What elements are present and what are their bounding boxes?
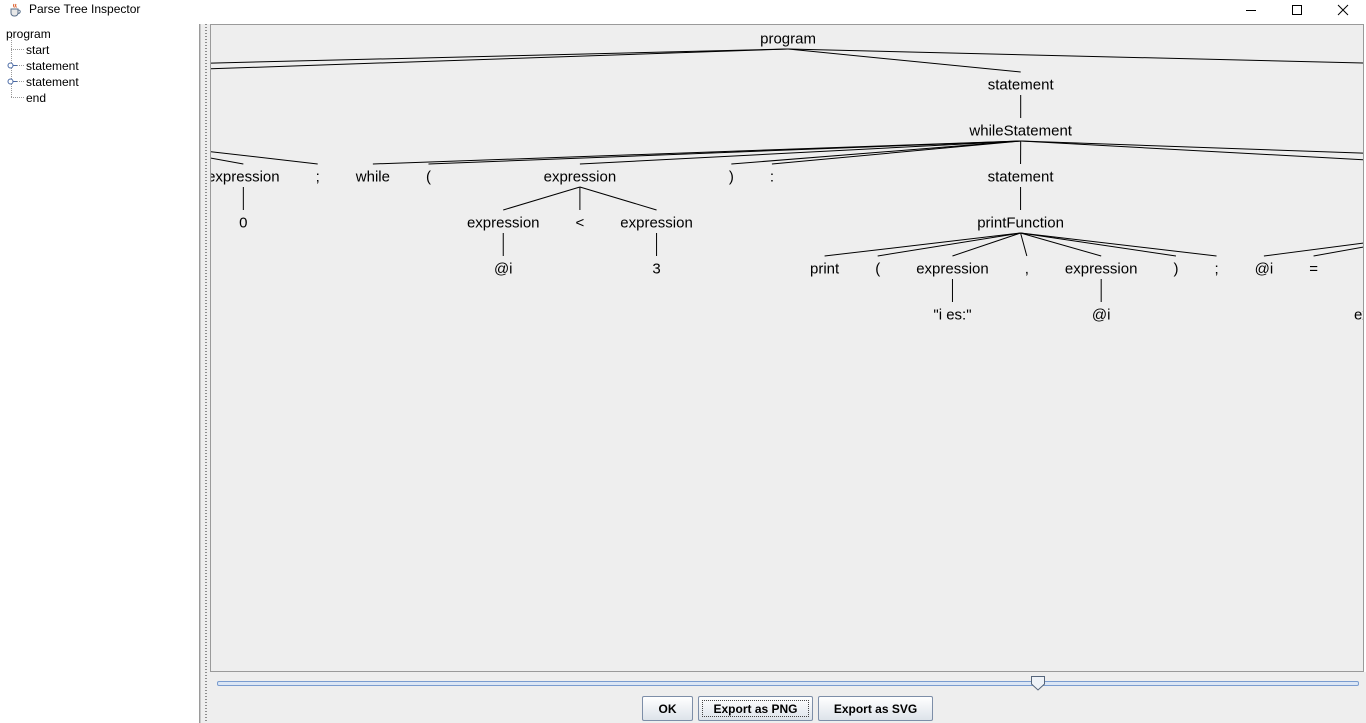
close-icon [1337,4,1349,16]
tree-node-label: program [760,31,816,48]
tree-node-label: , [1025,261,1029,278]
tree-edge [1263,242,1363,257]
ok-button[interactable]: OK [642,696,693,721]
outline-tree[interactable]: program start statement statement end [0,24,200,723]
split-pane-divider[interactable] [200,24,210,723]
tree-node-label: whileStatement [968,123,1072,140]
tree-node-label: expression [1065,261,1138,278]
tree-node-label: ; [1214,261,1218,278]
tree-node-label: ; [316,169,320,186]
tree-node-statement[interactable]: statement [26,75,79,89]
export-png-button[interactable]: Export as PNG [698,696,813,721]
tree-node-label: < [576,215,585,232]
maximize-button[interactable] [1274,0,1320,20]
tree-edge [428,140,1021,165]
tree-node-root[interactable]: program [6,27,51,41]
title-bar: Parse Tree Inspector [0,0,1366,24]
minimize-button[interactable] [1228,0,1274,20]
tree-node-label: = [1309,261,1318,278]
maximize-icon [1292,5,1302,15]
expand-handle-icon[interactable] [7,77,17,86]
tree-node-start[interactable]: start [26,43,49,57]
tree-edge [1020,232,1217,257]
tree-edge [787,48,1021,73]
tree-node-label: print [810,261,840,278]
parse-tree-diagram: programstartstatementvariableDeclaration… [211,31,1363,324]
divider-grip [205,24,207,723]
tree-node-label: expression [467,215,540,232]
tree-edge [503,186,581,211]
close-button[interactable] [1320,0,1366,20]
tree-node-label: statement [988,77,1055,94]
tree-edge [1020,140,1363,161]
tree-edge [952,232,1021,257]
parse-tree-canvas: programstartstatementvariableDeclaration… [210,24,1364,672]
tree-node-label: ( [426,169,431,186]
zoom-slider[interactable] [217,681,1359,686]
expand-handle-icon[interactable] [7,61,17,70]
tree-edge [1020,232,1102,257]
tree-node-label: 3 [652,261,660,278]
zoom-slider-thumb[interactable] [1030,675,1046,691]
tree-node-end[interactable]: end [26,91,46,105]
tree-node-label: ) [729,169,734,186]
bottom-controls: OK Export as PNG Export as SVG [210,672,1366,723]
tree-node-label: @i [1092,307,1111,324]
tree-node-label: @i [1255,261,1274,278]
tree-edge [579,186,657,211]
window-title: Parse Tree Inspector [29,2,141,16]
tree-node-label: expression [544,169,617,186]
tree-node-label: printFunction [977,215,1064,232]
tree-node-label: expression [1354,307,1363,324]
tree-node-label: : [770,169,774,186]
tree-node-label: expression [620,215,693,232]
tree-edge [1020,232,1028,257]
tree-node-label: @i [494,261,513,278]
tree-edge [1020,140,1363,154]
tree-edge [788,48,1363,64]
tree-edge [824,232,1021,257]
tree-node-label: "i es:" [933,307,971,324]
tree-node-label: ( [875,261,880,278]
java-cup-icon [10,3,21,17]
tree-node-statement[interactable]: statement [26,59,79,73]
tree-edge [877,232,1021,257]
tree-node-label: while [355,169,390,186]
tree-edge [731,140,1021,165]
tree-edge [1020,232,1177,257]
tree-node-label: expression [211,169,280,186]
tree-edge [579,140,1021,165]
export-svg-button[interactable]: Export as SVG [818,696,933,721]
minimize-icon [1246,10,1256,11]
tree-node-label: 0 [239,215,247,232]
tree-node-label: expression [916,261,989,278]
tree-node-label: statement [988,169,1055,186]
tree-node-label: ) [1173,261,1178,278]
